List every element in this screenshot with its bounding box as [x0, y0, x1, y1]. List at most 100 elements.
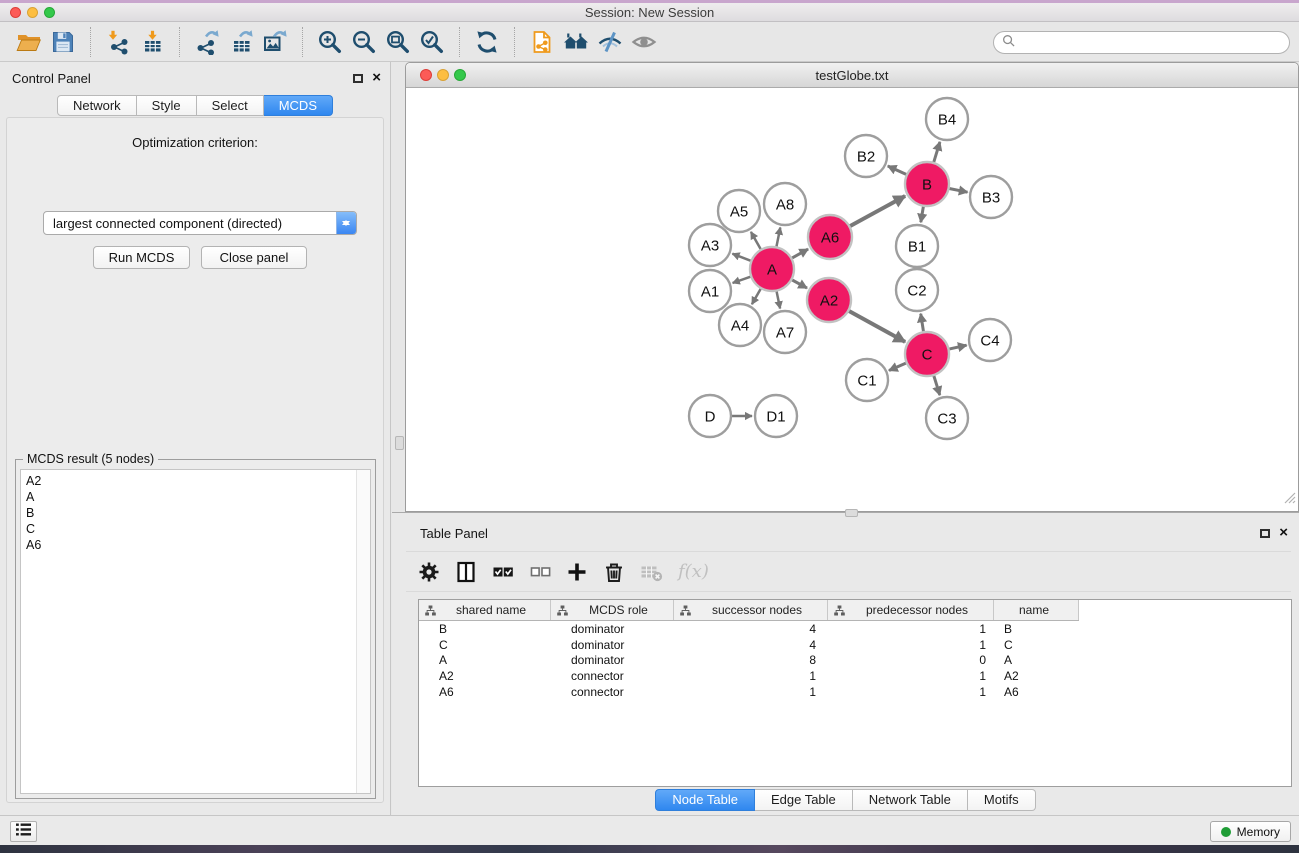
optimization-criterion-select[interactable]: largest connected component (directed) — [43, 211, 357, 235]
run-mcds-button[interactable]: Run MCDS — [93, 246, 190, 269]
combo-arrows-icon[interactable] — [336, 212, 356, 234]
column-header-mcds-role[interactable]: MCDS role — [551, 600, 674, 620]
memory-button[interactable]: Memory — [1210, 821, 1291, 842]
node-B2[interactable]: B2 — [845, 135, 887, 177]
create-column-button[interactable] — [562, 557, 592, 587]
edge-A-A6[interactable] — [791, 249, 808, 258]
tab-network-table[interactable]: Network Table — [853, 789, 968, 811]
zoom-out-button[interactable] — [347, 25, 381, 59]
search-box[interactable] — [993, 31, 1290, 54]
tab-edge-table[interactable]: Edge Table — [755, 789, 853, 811]
node-B[interactable]: B — [905, 162, 949, 206]
column-header-shared-name[interactable]: shared name — [419, 600, 551, 620]
tab-motifs[interactable]: Motifs — [968, 789, 1036, 811]
refresh-network-button[interactable] — [470, 25, 504, 59]
deselect-all-button[interactable] — [525, 557, 555, 587]
search-input[interactable] — [1019, 36, 1281, 50]
network-minimize-traffic-light[interactable] — [437, 69, 449, 81]
show-columns-button[interactable] — [451, 557, 481, 587]
delete-table-button[interactable] — [636, 557, 666, 587]
node-A8[interactable]: A8 — [764, 183, 806, 225]
node-A6[interactable]: A6 — [808, 215, 852, 259]
window-titlebar[interactable]: Session: New Session — [0, 3, 1299, 22]
tab-style[interactable]: Style — [137, 95, 197, 116]
table-settings-button[interactable] — [414, 557, 444, 587]
table-row[interactable]: A2connector11A2 — [419, 668, 1291, 684]
export-network-button[interactable] — [190, 25, 224, 59]
edge-A-A2[interactable] — [791, 280, 807, 289]
table-row[interactable]: Adominator80A — [419, 653, 1291, 669]
hide-selected-button[interactable] — [593, 25, 627, 59]
node-C2[interactable]: C2 — [896, 269, 938, 311]
column-header-predecessor-nodes[interactable]: predecessor nodes — [828, 600, 994, 620]
network-close-traffic-light[interactable] — [420, 69, 432, 81]
node-B4[interactable]: B4 — [926, 98, 968, 140]
column-header-name[interactable]: name — [994, 600, 1079, 620]
float-panel-icon[interactable] — [353, 74, 363, 83]
zoom-selected-button[interactable] — [415, 25, 449, 59]
table-row[interactable]: Bdominator41B — [419, 621, 1291, 637]
horizontal-splitter-grip[interactable] — [845, 509, 858, 517]
edge-B-B4[interactable] — [934, 142, 940, 163]
select-all-button[interactable] — [488, 557, 518, 587]
edge-B-B1[interactable] — [921, 206, 924, 223]
new-network-from-selection-button[interactable] — [525, 25, 559, 59]
node-A1[interactable]: A1 — [689, 270, 731, 312]
import-network-button[interactable] — [101, 25, 135, 59]
network-zoom-traffic-light[interactable] — [454, 69, 466, 81]
minimize-traffic-light[interactable] — [27, 7, 38, 18]
open-session-button[interactable] — [12, 25, 46, 59]
close-panel-icon[interactable]: × — [372, 72, 381, 84]
zoom-in-button[interactable] — [313, 25, 347, 59]
node-D[interactable]: D — [689, 395, 731, 437]
show-all-button[interactable] — [627, 25, 661, 59]
save-session-button[interactable] — [46, 25, 80, 59]
node-C1[interactable]: C1 — [846, 359, 888, 401]
edge-C-C1[interactable] — [889, 363, 907, 371]
window-resize-grip[interactable] — [1283, 491, 1296, 509]
node-B3[interactable]: B3 — [970, 176, 1012, 218]
node-A7[interactable]: A7 — [764, 311, 806, 353]
node-C4[interactable]: C4 — [969, 319, 1011, 361]
edge-A-A3[interactable] — [732, 254, 751, 261]
edge-A2-C[interactable] — [848, 311, 905, 342]
mcds-result-item[interactable]: B — [21, 505, 356, 521]
export-image-button[interactable] — [258, 25, 292, 59]
zoom-traffic-light[interactable] — [44, 7, 55, 18]
delete-column-button[interactable] — [599, 557, 629, 587]
close-panel-button[interactable]: Close panel — [201, 246, 307, 269]
node-D1[interactable]: D1 — [755, 395, 797, 437]
table-row[interactable]: A6connector11A6 — [419, 684, 1291, 700]
edge-A-A7[interactable] — [776, 291, 780, 309]
edge-A-A4[interactable] — [752, 288, 761, 304]
tab-mcds[interactable]: MCDS — [264, 95, 333, 116]
node-A2[interactable]: A2 — [807, 278, 851, 322]
network-canvas[interactable]: AA1A2A3A4A5A6A7A8BB1B2B3B4CC1C2C3C4DD1 — [406, 88, 1298, 511]
float-panel-icon[interactable] — [1260, 529, 1270, 538]
tab-select[interactable]: Select — [197, 95, 264, 116]
node-C3[interactable]: C3 — [926, 397, 968, 439]
result-scrollbar[interactable] — [356, 470, 370, 793]
edge-A-A1[interactable] — [733, 276, 752, 283]
node-A3[interactable]: A3 — [689, 224, 731, 266]
edge-A6-B[interactable] — [849, 196, 905, 227]
node-B1[interactable]: B1 — [896, 225, 938, 267]
close-traffic-light[interactable] — [10, 7, 21, 18]
mcds-result-item[interactable]: A6 — [21, 537, 356, 553]
node-C[interactable]: C — [905, 332, 949, 376]
mcds-result-item[interactable]: A — [21, 489, 356, 505]
function-builder-button[interactable]: f(x) — [673, 557, 714, 587]
close-panel-icon[interactable]: × — [1279, 527, 1288, 539]
first-neighbors-button[interactable] — [559, 25, 593, 59]
tab-network[interactable]: Network — [57, 95, 137, 116]
tab-node-table[interactable]: Node Table — [655, 789, 755, 811]
mcds-result-item[interactable]: A2 — [21, 473, 356, 489]
task-history-button[interactable] — [10, 821, 37, 842]
edge-C-C3[interactable] — [934, 375, 940, 395]
import-table-button[interactable] — [135, 25, 169, 59]
edge-C-C4[interactable] — [949, 345, 967, 349]
edge-A-A8[interactable] — [776, 228, 780, 248]
node-A5[interactable]: A5 — [718, 190, 760, 232]
network-graph[interactable]: AA1A2A3A4A5A6A7A8BB1B2B3B4CC1C2C3C4DD1 — [406, 88, 1298, 511]
node-A[interactable]: A — [750, 247, 794, 291]
